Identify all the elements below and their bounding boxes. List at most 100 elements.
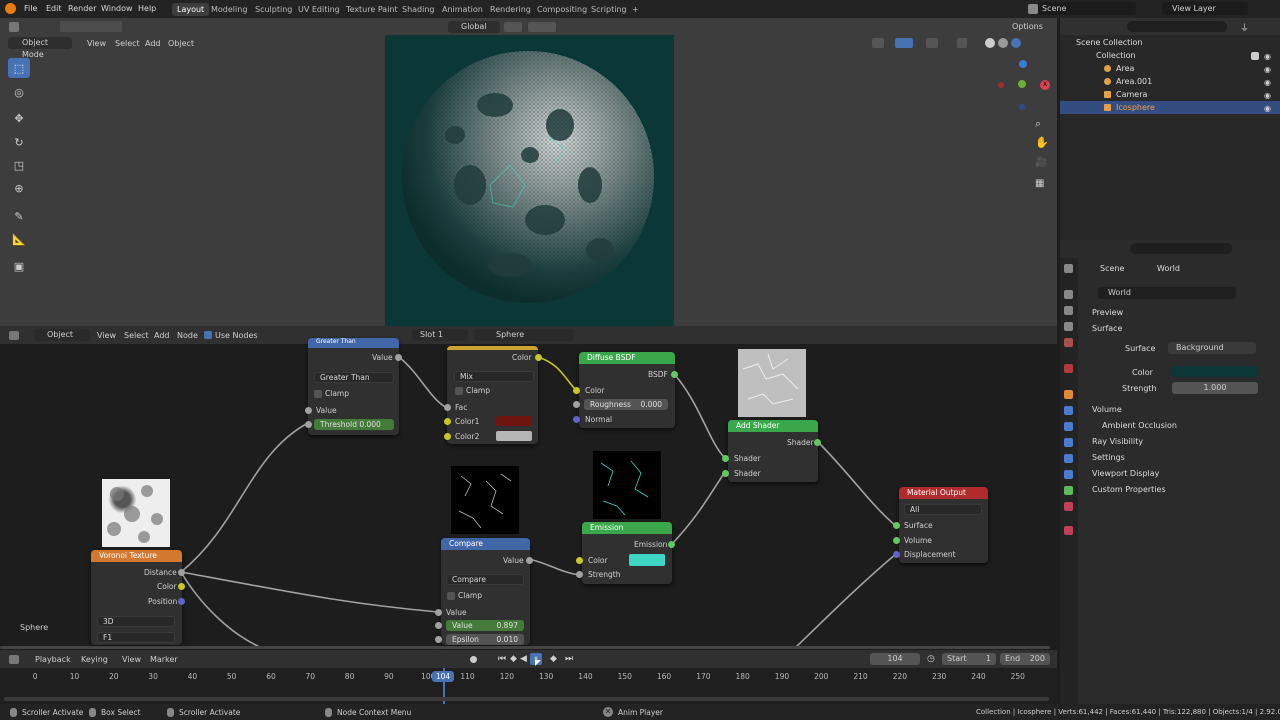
material-tab-icon[interactable] (1064, 502, 1073, 511)
shading-material-icon[interactable] (998, 38, 1008, 48)
node-menu-add[interactable]: Add (154, 331, 170, 340)
tab-compositing[interactable]: Compositing (532, 3, 592, 16)
strength-field[interactable]: 1.000 (1172, 382, 1258, 394)
scene-field[interactable]: Scene (1038, 2, 1136, 15)
eye-icon[interactable]: ◉ (1264, 65, 1271, 74)
mix-fac-socket[interactable] (444, 404, 451, 411)
compare-out-socket[interactable] (526, 557, 533, 564)
threshold-socket[interactable] (305, 421, 312, 428)
tab-modeling[interactable]: Modeling (206, 3, 252, 16)
nav-gizmo-x-icon[interactable]: X (1040, 80, 1050, 90)
menu-file[interactable]: File (24, 4, 37, 13)
world-color-swatch[interactable] (1172, 366, 1258, 377)
xray-icon[interactable] (957, 38, 967, 48)
cursor-tool[interactable]: ◎ (8, 82, 30, 102)
compare-value-field[interactable]: Value 0.897 (446, 620, 524, 631)
mix-color1-swatch[interactable] (496, 416, 532, 426)
breadcrumb-scene[interactable]: Scene (1100, 264, 1124, 273)
rotate-tool[interactable]: ↻ (8, 132, 30, 152)
tab-shading[interactable]: Shading (397, 3, 440, 16)
normal-socket[interactable] (573, 416, 580, 423)
prev-keyframe-icon[interactable]: ◆ (510, 654, 517, 664)
move-tool[interactable]: ✥ (8, 108, 30, 128)
select-box-tool[interactable]: ⬚ (8, 58, 30, 78)
eye-icon[interactable]: ◉ (1264, 52, 1271, 61)
nav-gizmo-z-icon[interactable] (1019, 60, 1027, 68)
emission-color-swatch[interactable] (629, 554, 665, 566)
mix-color2-swatch[interactable] (496, 431, 532, 441)
menu-edit[interactable]: Edit (46, 4, 62, 13)
eye-icon[interactable]: ◉ (1264, 104, 1271, 113)
menu-help[interactable]: Help (138, 4, 156, 13)
play-reverse-icon[interactable]: ◀ (520, 654, 527, 664)
output-surface-socket[interactable] (893, 522, 900, 529)
outliner-item-camera[interactable]: Camera (1060, 88, 1280, 101)
visibility-icon[interactable] (872, 38, 884, 48)
end-frame-field[interactable]: End 200 (1000, 653, 1050, 665)
timeline-menu-marker[interactable]: Marker (150, 655, 178, 664)
panel-viewport-display[interactable]: Viewport Display (1092, 469, 1159, 478)
eye-icon[interactable]: ◉ (1264, 78, 1271, 87)
mix-color1-socket[interactable] (444, 418, 451, 425)
particles-tab-icon[interactable] (1064, 422, 1073, 431)
tab-layout[interactable]: Layout (172, 3, 210, 16)
texture-tab-icon[interactable] (1064, 526, 1073, 535)
render-tab-icon[interactable] (1064, 290, 1073, 299)
greater-in-socket[interactable] (305, 407, 312, 414)
diffuse-out-socket[interactable] (671, 371, 678, 378)
jump-start-icon[interactable]: ⏮ (498, 654, 506, 664)
epsilon-socket[interactable] (435, 636, 442, 643)
menu-render[interactable]: Render (68, 4, 96, 13)
data-tab-icon[interactable] (1064, 486, 1073, 495)
voronoi-distance-socket[interactable] (178, 569, 185, 576)
panel-settings[interactable]: Settings (1092, 453, 1125, 462)
transform-tool[interactable]: ⊕ (8, 178, 30, 198)
node-editor-type-icon[interactable] (9, 331, 19, 340)
current-frame-field[interactable]: 104 (870, 653, 920, 665)
emission-strength-socket[interactable] (576, 571, 583, 578)
tab-animation[interactable]: Animation (437, 3, 488, 16)
outliner-item-area001[interactable]: Area.001 (1060, 75, 1280, 88)
panel-ray-visibility[interactable]: Ray Visibility (1092, 437, 1143, 446)
constraints-tab-icon[interactable] (1064, 454, 1073, 463)
select-mode-icon[interactable] (60, 21, 122, 32)
output-displacement-socket[interactable] (893, 551, 900, 558)
shading-rendered-icon[interactable] (1011, 38, 1021, 48)
greater-mode-dropdown[interactable]: Greater Than (314, 372, 394, 383)
mix-clamp-checkbox[interactable] (455, 387, 463, 395)
output-tab-icon[interactable] (1064, 306, 1073, 315)
timeline-scrollbar[interactable] (4, 697, 1049, 701)
record-icon[interactable] (470, 656, 477, 663)
panel-volume[interactable]: Volume (1092, 405, 1122, 414)
tab-uv-editing[interactable]: UV Editing (293, 3, 345, 16)
timeline-menu-playback[interactable]: Playback (35, 655, 71, 664)
viewport-menu-select[interactable]: Select (115, 39, 140, 48)
node-menu-view[interactable]: View (97, 331, 116, 340)
breadcrumb-world[interactable]: World (1157, 264, 1180, 273)
add-shader-in2-socket[interactable] (722, 470, 729, 477)
annotate-tool[interactable]: ✎ (8, 206, 30, 226)
physics-tab-icon[interactable] (1064, 438, 1073, 447)
zoom-icon[interactable]: ⌕ (1035, 117, 1041, 131)
outliner-search-input[interactable] (1127, 21, 1227, 32)
viewport-menu-object[interactable]: Object (168, 39, 194, 48)
timeline-editor-icon[interactable] (9, 655, 19, 664)
collection-checkbox[interactable] (1251, 52, 1259, 60)
menu-window[interactable]: Window (101, 4, 133, 13)
voronoi-position-socket[interactable] (178, 598, 185, 605)
next-keyframe-icon[interactable]: ◆ (550, 654, 557, 664)
mix-color2-socket[interactable] (444, 433, 451, 440)
nav-gizmo-y-icon[interactable] (1018, 80, 1026, 88)
compare-mode-dropdown[interactable]: Compare (446, 574, 524, 585)
compare-clamp-checkbox[interactable] (447, 592, 455, 600)
shading-solid-icon[interactable] (985, 38, 995, 48)
threshold-field[interactable]: Threshold 0.000 (314, 419, 394, 430)
panel-ambient-occlusion[interactable]: Ambient Occlusion (1102, 421, 1177, 430)
diffuse-color-socket[interactable] (573, 387, 580, 394)
outliner-collection[interactable]: Collection (1060, 49, 1280, 62)
add-workspace-button[interactable]: + (627, 3, 644, 16)
add-cube-tool[interactable]: ▣ (8, 256, 30, 276)
timeline-menu-view[interactable]: View (122, 655, 141, 664)
epsilon-field[interactable]: Epsilon 0.010 (446, 634, 524, 645)
playhead-frame-label[interactable]: 104 (432, 671, 454, 682)
